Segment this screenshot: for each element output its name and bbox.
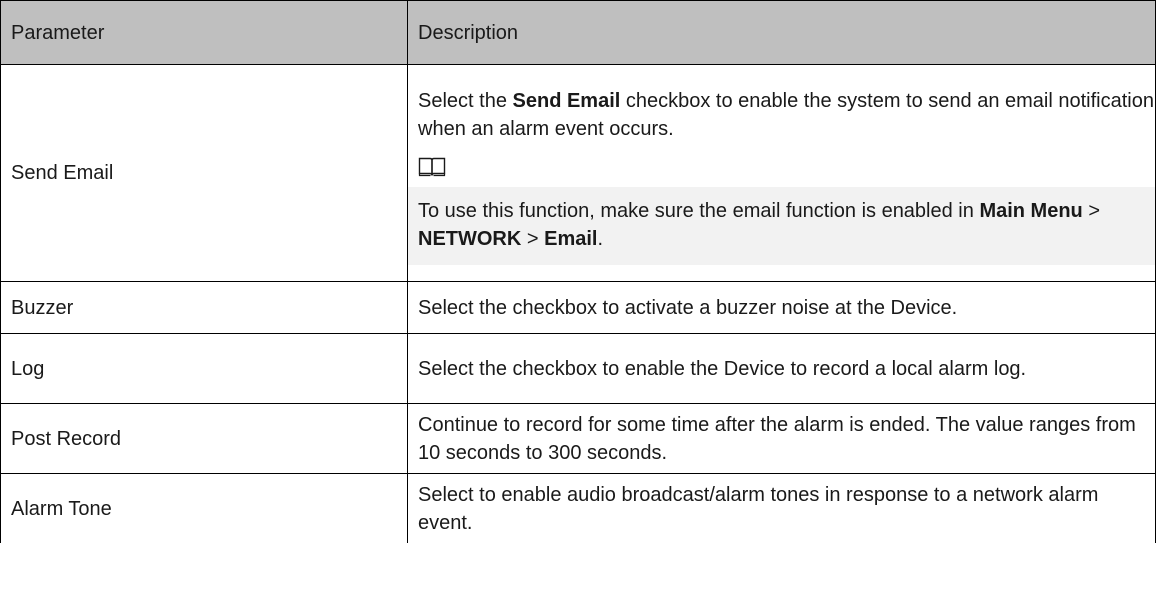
header-description: Description [407,0,1156,65]
desc-send-email: Select the Send Email checkbox to enable… [407,64,1156,282]
note-box: To use this function, make sure the emai… [408,187,1155,265]
table-row-log: Log Select the checkbox to enable the De… [0,333,1156,404]
desc-text: Select the [418,90,513,112]
param-log: Log [0,333,408,404]
desc-bold-term: Send Email [512,90,621,112]
desc-log: Select the checkbox to enable the Device… [407,333,1156,404]
param-send-email: Send Email [0,64,408,282]
table-row-post-record: Post Record Continue to record for some … [0,403,1156,474]
menu-path-network: NETWORK [418,228,522,250]
note-text: To use this function, make sure the emai… [418,197,1155,253]
table-header: Parameter Description [0,0,1156,65]
send-email-description: Select the Send Email checkbox to enable… [418,87,1155,143]
table-row-send-email: Send Email Select the Send Email checkbo… [0,64,1156,282]
header-row: Parameter Description [0,0,1156,65]
desc-post-record: Continue to record for some time after t… [407,403,1156,474]
parameter-table: Parameter Description Send Email Select … [0,0,1156,543]
desc-alarm-tone: Select to enable audio broadcast/alarm t… [407,473,1156,543]
note-text-start: To use this function, make sure the emai… [418,200,980,222]
desc-buzzer: Select the checkbox to activate a buzzer… [407,281,1156,334]
table-row-buzzer: Buzzer Select the checkbox to activate a… [0,281,1156,334]
table-row-alarm-tone: Alarm Tone Select to enable audio broadc… [0,473,1156,543]
menu-path-main-menu: Main Menu [979,200,1083,222]
menu-path-email: Email [544,228,598,250]
menu-path-separator: > [521,228,545,250]
note-text-end: . [597,228,604,250]
param-post-record: Post Record [0,403,408,474]
param-alarm-tone: Alarm Tone [0,473,408,543]
param-buzzer: Buzzer [0,281,408,334]
header-parameter: Parameter [0,0,408,65]
book-icon [418,157,446,177]
menu-path-separator: > [1082,200,1101,222]
